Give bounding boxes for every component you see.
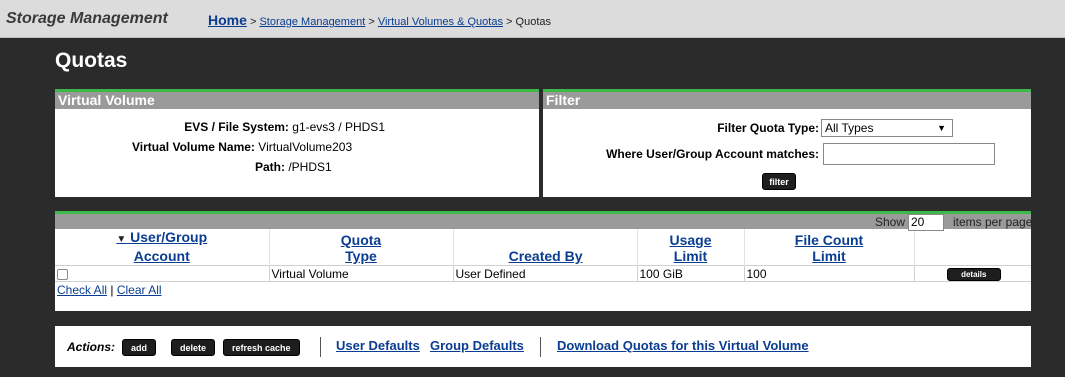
quota-type-selected: All Types bbox=[825, 121, 874, 135]
column-header-account-line2: Account bbox=[133, 248, 190, 264]
quota-type-cell: Virtual Volume bbox=[269, 265, 454, 282]
actions-divider bbox=[320, 337, 321, 357]
column-header-actions bbox=[914, 229, 1031, 266]
column-header-file-count-limit-line1: File Count bbox=[794, 232, 864, 248]
account-match-label: Where User/Group Account matches: bbox=[606, 147, 819, 161]
row-checkbox[interactable] bbox=[57, 268, 68, 280]
add-button[interactable]: add bbox=[122, 339, 157, 356]
actions-bar: Actions: add delete refresh cache User D… bbox=[55, 326, 1031, 367]
column-header-quota-type[interactable]: Quota Type bbox=[269, 229, 454, 266]
breadcrumb-virtual-volumes-link[interactable]: Virtual Volumes & Quotas bbox=[378, 16, 503, 28]
check-all-link[interactable]: Check All bbox=[57, 283, 107, 297]
download-quotas-link[interactable]: Download Quotas for this Virtual Volume bbox=[557, 338, 809, 353]
breadcrumb-home-link[interactable]: Home bbox=[208, 12, 247, 28]
filter-quota-type-label: Filter Quota Type: bbox=[717, 121, 819, 135]
column-header-quota-type-line2: Type bbox=[345, 248, 377, 264]
created-by-cell: User Defined bbox=[453, 265, 638, 282]
column-header-file-count-limit[interactable]: File Count Limit bbox=[744, 229, 915, 266]
row-select-cell bbox=[55, 265, 270, 282]
group-defaults-link[interactable]: Group Defaults bbox=[430, 338, 524, 353]
actions-divider bbox=[540, 337, 541, 357]
refresh-cache-button[interactable]: refresh cache bbox=[223, 339, 300, 356]
virtual-volume-name-label: Virtual Volume Name: bbox=[132, 140, 255, 154]
row-actions-cell: details bbox=[914, 265, 1031, 282]
virtual-volume-header: Virtual Volume bbox=[55, 89, 539, 109]
quota-type-select[interactable]: All Types ▼ bbox=[821, 119, 953, 137]
quotas-table-panel: Show 20 items per page ▼ User/Group Acco… bbox=[55, 211, 1033, 311]
filter-header: Filter bbox=[543, 89, 1031, 109]
check-all-divider: | bbox=[110, 282, 114, 297]
breadcrumb: Home > Storage Management > Virtual Volu… bbox=[208, 12, 551, 28]
account-match-input[interactable] bbox=[823, 143, 995, 165]
evs-filesystem-label: EVS / File System: bbox=[184, 120, 289, 134]
path-row: Path: /PHDS1 bbox=[255, 160, 332, 174]
column-header-usage-limit[interactable]: Usage Limit bbox=[637, 229, 745, 266]
details-button[interactable]: details bbox=[946, 268, 1001, 281]
file-count-limit-cell: 100 bbox=[744, 265, 915, 282]
clear-all-link[interactable]: Clear All bbox=[117, 283, 162, 297]
breadcrumb-current: Quotas bbox=[515, 16, 552, 28]
column-header-account[interactable]: ▼ User/Group Account bbox=[55, 229, 270, 266]
column-header-file-count-limit-line2: Limit bbox=[812, 248, 846, 264]
user-defaults-link[interactable]: User Defaults bbox=[336, 338, 420, 353]
path-label: Path: bbox=[255, 160, 285, 174]
column-header-quota-type-line1: Quota bbox=[340, 232, 382, 248]
filter-panel: Filter Filter Quota Type: All Types ▼ Wh… bbox=[543, 89, 1031, 197]
check-all-cell: Check All | Clear All bbox=[55, 281, 1031, 298]
table-header-row: ▼ User/Group Account Quota Type Created … bbox=[55, 229, 1031, 266]
page-title: Quotas bbox=[55, 49, 128, 72]
delete-button[interactable]: delete bbox=[171, 339, 216, 356]
column-header-created-by-line1: Created By bbox=[508, 248, 583, 264]
chevron-down-icon: ▼ bbox=[937, 123, 946, 133]
table-toolbar: Show 20 items per page bbox=[55, 211, 1033, 231]
breadcrumb-separator: > bbox=[249, 16, 257, 28]
column-header-usage-limit-line1: Usage bbox=[669, 232, 712, 248]
top-bar: Storage Management Home > Storage Manage… bbox=[0, 0, 1065, 38]
path-value: /PHDS1 bbox=[288, 160, 332, 174]
sort-desc-icon: ▼ bbox=[116, 234, 127, 245]
evs-filesystem-value: g1-evs3 / PHDS1 bbox=[292, 120, 385, 134]
virtual-volume-name-value: VirtualVolume203 bbox=[258, 140, 353, 154]
breadcrumb-separator: > bbox=[506, 16, 513, 28]
check-all-row: Check All | Clear All bbox=[55, 281, 1031, 298]
items-per-page-input[interactable]: 20 bbox=[908, 214, 944, 231]
column-header-account-line1: User/Group bbox=[130, 229, 208, 245]
actions-label: Actions: bbox=[67, 340, 115, 354]
show-label: Show bbox=[875, 215, 906, 229]
breadcrumb-separator: > bbox=[368, 16, 375, 28]
virtual-volume-panel: Virtual Volume EVS / File System: g1-evs… bbox=[55, 89, 539, 197]
app-title: Storage Management bbox=[6, 10, 168, 27]
items-per-page-label: items per page bbox=[953, 215, 1033, 229]
breadcrumb-storage-management-link[interactable]: Storage Management bbox=[259, 16, 365, 28]
column-header-usage-limit-line2: Limit bbox=[673, 248, 708, 264]
filter-button[interactable]: filter bbox=[762, 173, 796, 190]
usage-limit-cell: 100 GiB bbox=[637, 265, 745, 282]
quotas-table: ▼ User/Group Account Quota Type Created … bbox=[55, 229, 1031, 298]
evs-filesystem-row: EVS / File System: g1-evs3 / PHDS1 bbox=[184, 120, 385, 134]
virtual-volume-name-row: Virtual Volume Name: VirtualVolume203 bbox=[132, 140, 352, 154]
column-header-created-by[interactable]: Created By bbox=[453, 229, 638, 266]
table-row: Virtual Volume User Defined 100 GiB 100 … bbox=[55, 265, 1031, 282]
